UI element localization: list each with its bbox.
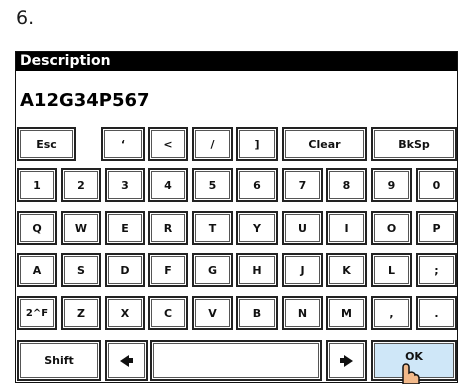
key-n[interactable]: N xyxy=(282,296,323,330)
key-j[interactable]: J xyxy=(282,253,323,287)
key-t[interactable]: T xyxy=(192,211,233,245)
key-slash[interactable]: / xyxy=(192,127,233,161)
key-b[interactable]: B xyxy=(236,296,278,330)
key-symbols[interactable]: 2^F xyxy=(17,296,57,330)
key-g[interactable]: G xyxy=(192,253,233,287)
key-4[interactable]: 4 xyxy=(148,168,188,202)
key-comma[interactable]: , xyxy=(371,296,412,330)
key-q[interactable]: Q xyxy=(17,211,57,245)
key-l[interactable]: L xyxy=(371,253,412,287)
key-a[interactable]: A xyxy=(17,253,57,287)
key-right-bracket[interactable]: ] xyxy=(236,127,278,161)
key-shift[interactable]: Shift xyxy=(17,340,101,381)
key-c[interactable]: C xyxy=(148,296,188,330)
key-3[interactable]: 3 xyxy=(105,168,145,202)
key-6[interactable]: 6 xyxy=(236,168,278,202)
key-space[interactable] xyxy=(150,340,322,381)
key-2[interactable]: 2 xyxy=(61,168,101,202)
key-m[interactable]: M xyxy=(326,296,367,330)
key-v[interactable]: V xyxy=(192,296,233,330)
description-value: A12G34P567 xyxy=(20,90,150,111)
key-r[interactable]: R xyxy=(148,211,188,245)
key-esc[interactable]: Esc xyxy=(17,127,76,161)
key-k[interactable]: K xyxy=(326,253,367,287)
key-x[interactable]: X xyxy=(105,296,145,330)
key-z[interactable]: Z xyxy=(61,296,101,330)
key-d[interactable]: D xyxy=(105,253,145,287)
key-e[interactable]: E xyxy=(105,211,145,245)
arrow-left-icon xyxy=(120,354,133,367)
key-y[interactable]: Y xyxy=(236,211,278,245)
key-period[interactable]: . xyxy=(416,296,457,330)
key-f[interactable]: F xyxy=(148,253,188,287)
key-8[interactable]: 8 xyxy=(326,168,367,202)
step-number: 6. xyxy=(16,7,35,29)
key-1[interactable]: 1 xyxy=(17,168,57,202)
key-arrow-left[interactable] xyxy=(105,340,148,381)
key-5[interactable]: 5 xyxy=(192,168,233,202)
key-clear[interactable]: Clear xyxy=(282,127,367,161)
key-s[interactable]: S xyxy=(61,253,101,287)
arrow-right-icon xyxy=(340,354,353,367)
key-h[interactable]: H xyxy=(236,253,278,287)
key-p[interactable]: P xyxy=(416,211,457,245)
key-0[interactable]: 0 xyxy=(416,168,457,202)
key-semicolon[interactable]: ; xyxy=(416,253,457,287)
dialog-title: Description xyxy=(16,52,457,71)
key-o[interactable]: O xyxy=(371,211,412,245)
key-w[interactable]: W xyxy=(61,211,101,245)
key-7[interactable]: 7 xyxy=(282,168,323,202)
key-arrow-right[interactable] xyxy=(326,340,367,381)
key-backspace[interactable]: BkSp xyxy=(371,127,457,161)
finger-tap-icon xyxy=(402,363,420,384)
key-less-than[interactable]: < xyxy=(148,127,188,161)
key-u[interactable]: U xyxy=(282,211,323,245)
key-9[interactable]: 9 xyxy=(371,168,412,202)
key-quote[interactable]: ‘ xyxy=(101,127,145,161)
key-i[interactable]: I xyxy=(326,211,367,245)
description-dialog: Description A12G34P567 Esc ‘ < / ] Clear… xyxy=(15,51,458,384)
